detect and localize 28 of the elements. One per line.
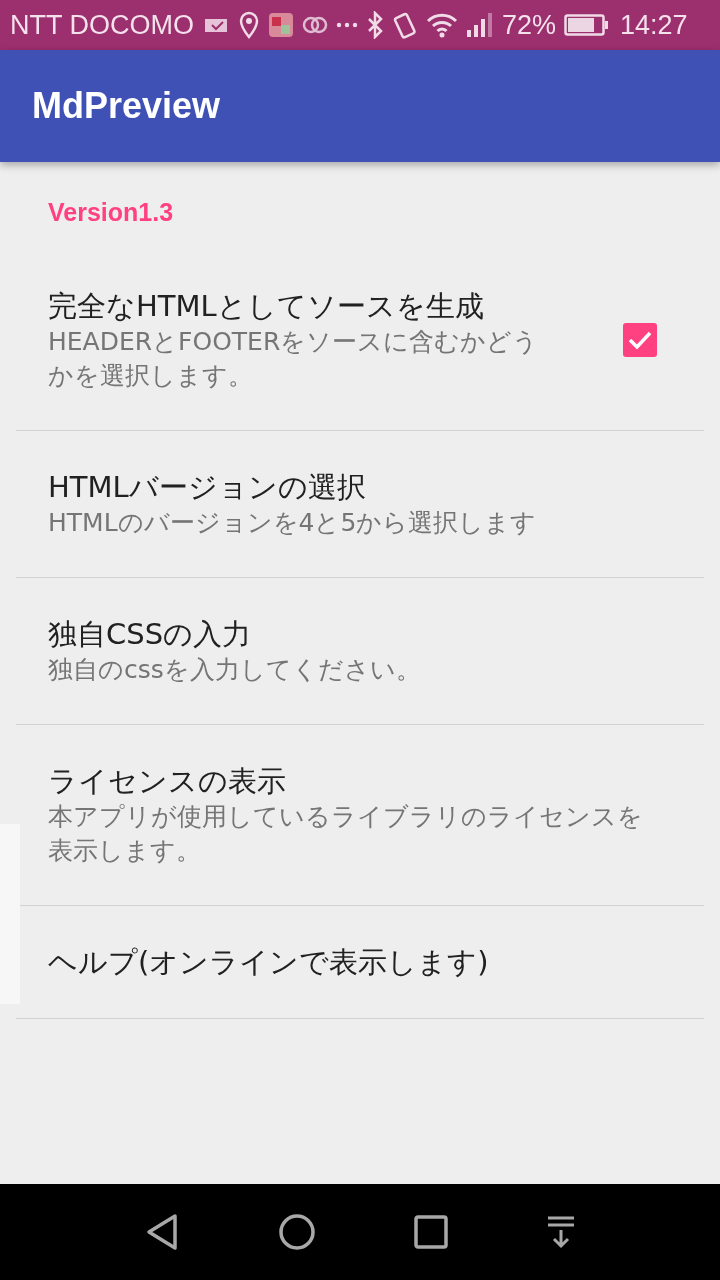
category-header: Version1.3	[47, 197, 175, 228]
preference-title[interactable]: ライセンスの表示	[48, 762, 648, 800]
checkbox[interactable]	[622, 322, 658, 358]
preference-title[interactable]: 独自CSSの入力	[48, 615, 648, 653]
wifi-icon	[426, 12, 458, 38]
recents-icon[interactable]	[414, 1215, 448, 1249]
notification-pull-icon[interactable]	[546, 1215, 576, 1249]
app-icon	[268, 12, 294, 38]
preference-summary: HTMLのバージョンを4と5から選択します	[48, 507, 538, 539]
preference-title[interactable]: 完全なHTMLとしてソースを生成	[48, 287, 563, 325]
preference-title[interactable]: ヘルプ(オンラインで表示します)	[48, 943, 648, 981]
home-icon[interactable]	[278, 1213, 316, 1251]
carrier-name: NTT DOCOMO	[10, 9, 194, 41]
back-icon[interactable]	[144, 1212, 180, 1252]
preference-summary: 本アプリが使用しているライブラリのライセンスを表示します。	[48, 801, 644, 867]
location-icon	[238, 11, 260, 39]
preference-title[interactable]: HTMLバージョンの選択	[48, 468, 648, 506]
signal-icon	[466, 12, 494, 38]
vibrate-icon	[392, 10, 418, 40]
battery-icon	[564, 13, 611, 37]
clock: 14:27	[620, 9, 688, 41]
more-icon	[336, 21, 358, 29]
preference-summary: HEADERとFOOTERをソースに含むかどうかを選択します。	[48, 326, 540, 392]
bluetooth-icon	[366, 11, 384, 39]
rings-icon	[302, 14, 328, 36]
app-title: MdPreview	[32, 85, 221, 127]
preference-summary: 独自のcssを入力してください。	[48, 654, 422, 686]
battery-percent: 72%	[502, 9, 557, 41]
